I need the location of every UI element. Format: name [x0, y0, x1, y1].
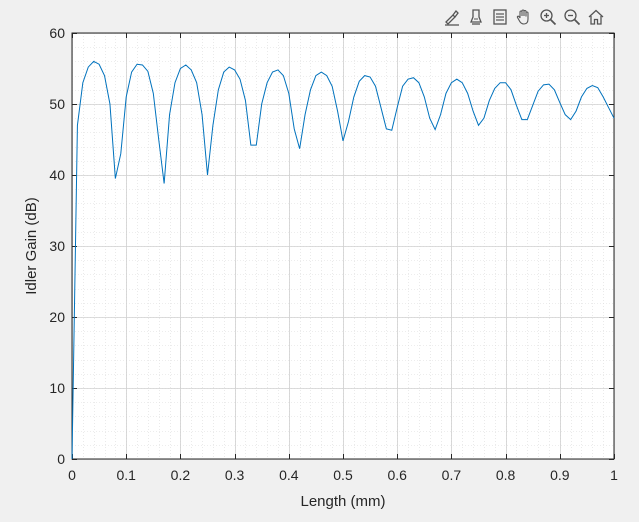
y-tick-label: 0: [57, 451, 65, 467]
pan-hand-icon: [516, 9, 529, 25]
data-tips-button[interactable]: [464, 5, 487, 29]
x-tick-label: 0.3: [225, 467, 245, 483]
pan-button[interactable]: [512, 5, 535, 29]
x-tick-label: 0.7: [442, 467, 462, 483]
x-tick-label: 0: [68, 467, 76, 483]
x-tick-labels: 0 0.1 0.2 0.3 0.4 0.5 0.6 0.7 0.8 0.9 1: [68, 467, 618, 483]
home-icon: [588, 9, 603, 25]
brush-button[interactable]: [440, 5, 463, 29]
y-axis-label: Idler Gain (dB): [23, 197, 40, 295]
x-tick-label: 0.5: [333, 467, 353, 483]
zoom-out-icon: [563, 9, 580, 26]
axes-toolbar: [440, 4, 607, 30]
home-button[interactable]: [584, 5, 607, 29]
y-tick-label: 50: [49, 96, 65, 112]
x-tick-label: 0.8: [496, 467, 516, 483]
legend-icon: [492, 9, 507, 25]
x-tick-label: 0.9: [550, 467, 570, 483]
y-tick-label: 40: [49, 167, 65, 183]
x-tick-label: 1: [610, 467, 618, 483]
y-tick-label: 20: [49, 309, 65, 325]
data-tips-icon: [469, 9, 482, 25]
x-tick-label: 0.1: [116, 467, 136, 483]
y-tick-label: 30: [49, 238, 65, 254]
x-tick-label: 0.4: [279, 467, 299, 483]
zoom-in-icon: [539, 9, 556, 26]
line-chart: 0 0.1 0.2 0.3 0.4 0.5 0.6 0.7 0.8 0.9 1 0 10 20 30 40 5…: [23, 25, 618, 510]
figure-window: 0 0.1 0.2 0.3 0.4 0.5 0.6 0.7 0.8 0.9 1 0 10 20 30 40 5…: [0, 0, 639, 517]
zoom-out-button[interactable]: [560, 5, 583, 29]
legend-button[interactable]: [488, 5, 511, 29]
x-axis-label: Length (mm): [300, 493, 385, 510]
y-tick-label: 60: [49, 25, 65, 41]
zoom-in-button[interactable]: [536, 5, 559, 29]
y-tick-labels: 0 10 20 30 40 50 60: [49, 25, 65, 467]
brush-icon: [444, 10, 459, 26]
x-tick-label: 0.2: [171, 467, 191, 483]
y-tick-label: 10: [49, 380, 65, 396]
x-tick-label: 0.6: [387, 467, 407, 483]
